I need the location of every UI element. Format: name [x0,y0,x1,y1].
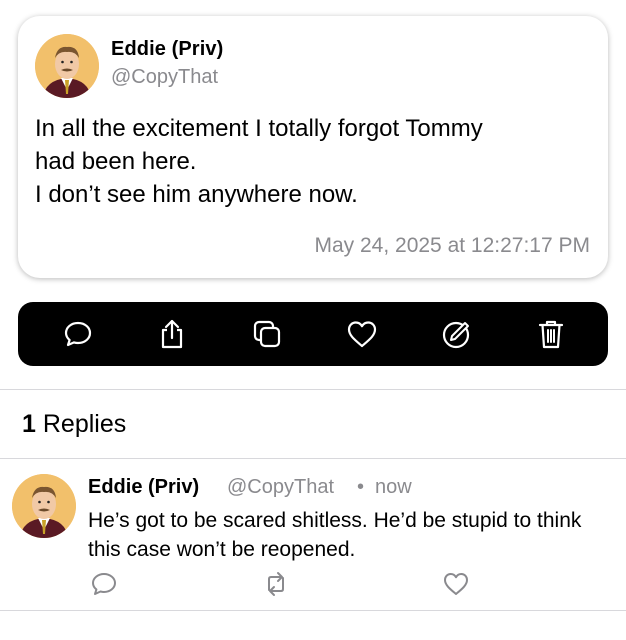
author-handle[interactable]: @CopyThat [111,66,218,89]
replies-count: 1 [22,410,36,438]
trash-icon [538,320,564,349]
heart-icon [347,321,377,348]
reply-like-button[interactable] [442,570,470,598]
like-button[interactable] [345,317,379,351]
reply-reply-button[interactable] [90,570,118,598]
delete-button[interactable] [534,317,568,351]
reply-repost-button[interactable] [262,570,290,598]
post-card: Eddie (Priv) @CopyThat In all the excite… [18,16,608,278]
replies-header: 1 Replies [22,410,126,439]
edit-button[interactable] [440,317,474,351]
speech-bubble-icon [92,573,116,595]
share-icon [161,319,183,349]
avatar-portrait-icon [35,34,99,98]
copy-button[interactable] [250,317,284,351]
reply-author-handle[interactable]: @CopyThat [227,476,334,499]
author-avatar[interactable] [35,34,99,98]
reply-separator: • [357,476,365,498]
edit-icon [442,321,470,349]
repost-icon [268,572,284,596]
reply-text: He’s got to be scared shitless. He’d be … [88,509,582,561]
author-name[interactable]: Eddie (Priv) [111,38,223,61]
replies-label: Replies [42,410,127,438]
section-divider [0,610,626,611]
post-timestamp: May 24, 2025 at 12:27:17 PM [314,234,590,257]
reply-avatar[interactable] [12,474,76,538]
reply-author-name[interactable]: Eddie (Priv) [88,476,199,499]
copy-icon [253,320,281,348]
heart-icon [444,573,468,595]
speech-bubble-icon [64,321,92,347]
reply-time: now [375,476,412,498]
share-button[interactable] [155,317,189,351]
post-text: In all the excitement I totally forgot T… [35,115,483,208]
avatar-portrait-icon [12,474,76,538]
reply-button[interactable] [61,317,95,351]
post-action-bar [18,302,608,366]
section-divider [0,389,626,390]
section-divider [0,458,626,459]
